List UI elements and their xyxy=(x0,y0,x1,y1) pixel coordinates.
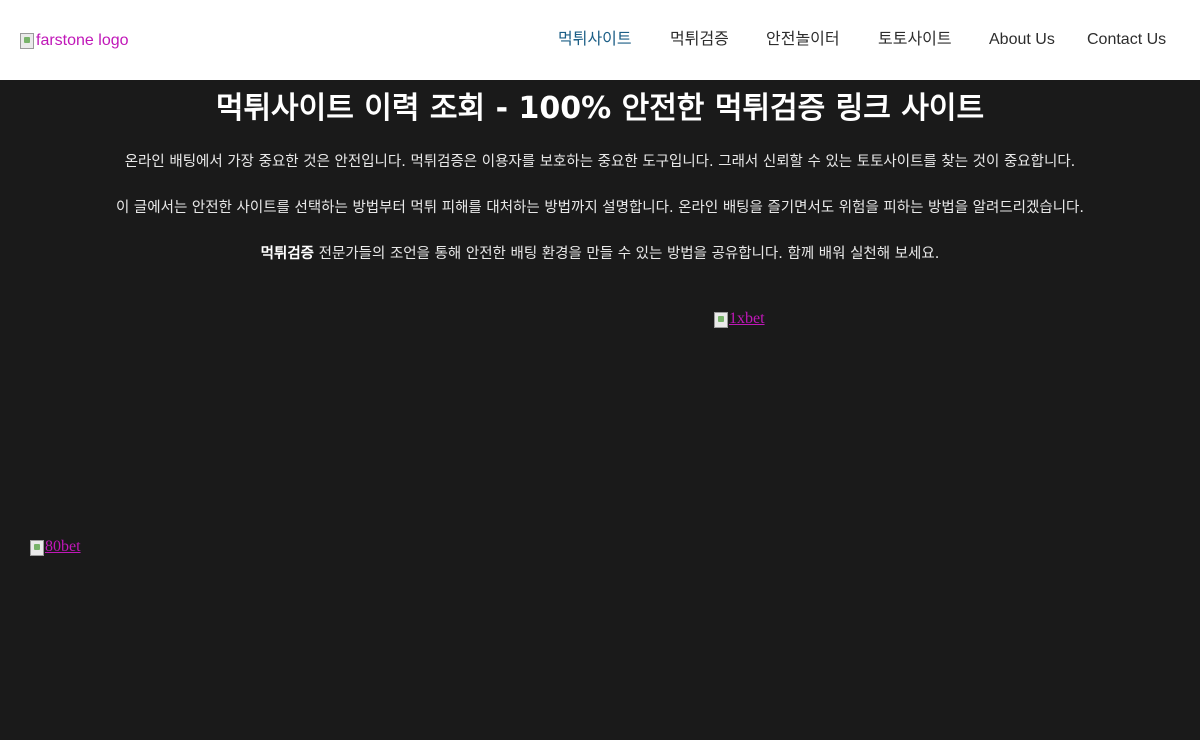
nav-item-contact-us[interactable]: Contact Us xyxy=(1087,28,1166,52)
broken-image-icon xyxy=(30,540,44,556)
banner-link-1xbet[interactable]: 1xbet xyxy=(714,310,765,328)
nav-item-muktwi-site[interactable]: 먹튀사이트 xyxy=(558,28,632,52)
paragraph-3-text: 전문가들의 조언을 통해 안전한 배팅 환경을 만들 수 있는 방법을 공유합니… xyxy=(314,246,940,262)
banner-link-80bet[interactable]: 80bet xyxy=(30,538,81,556)
site-header: farstone logo 먹튀사이트 먹튀검증 안전놀이터 토토사이트 Abo… xyxy=(0,0,1200,80)
banner-alt-text: 1xbet xyxy=(729,310,765,327)
nav-item-muktwi-verify[interactable]: 먹튀검증 xyxy=(670,28,729,52)
intro-paragraph-1: 온라인 배팅에서 가장 중요한 것은 안전입니다. 먹튀검증은 이용자를 보호하… xyxy=(124,154,1076,170)
banner-alt-text: 80bet xyxy=(45,538,81,555)
nav-item-about-us[interactable]: About Us xyxy=(989,28,1055,52)
intro-paragraph-3: 먹튀검증 전문가들의 조언을 통해 안전한 배팅 환경을 만들 수 있는 방법을… xyxy=(0,244,1200,264)
intro-paragraph-2: 이 글에서는 안전한 사이트를 선택하는 방법부터 먹튀 피해를 대처하는 방법… xyxy=(115,200,1084,216)
nav-item-safe-playground[interactable]: 안전놀이터 xyxy=(766,28,840,52)
keyword-bold: 먹튀검증 xyxy=(260,246,315,262)
broken-image-icon xyxy=(714,312,728,328)
page-title: 먹튀사이트 이력 조회 - 100% 안전한 먹튀검증 링크 사이트 xyxy=(215,91,985,126)
nav-item-toto-site[interactable]: 토토사이트 xyxy=(878,28,952,52)
main-nav: 먹튀사이트 먹튀검증 안전놀이터 토토사이트 About Us Contact … xyxy=(0,28,1200,52)
